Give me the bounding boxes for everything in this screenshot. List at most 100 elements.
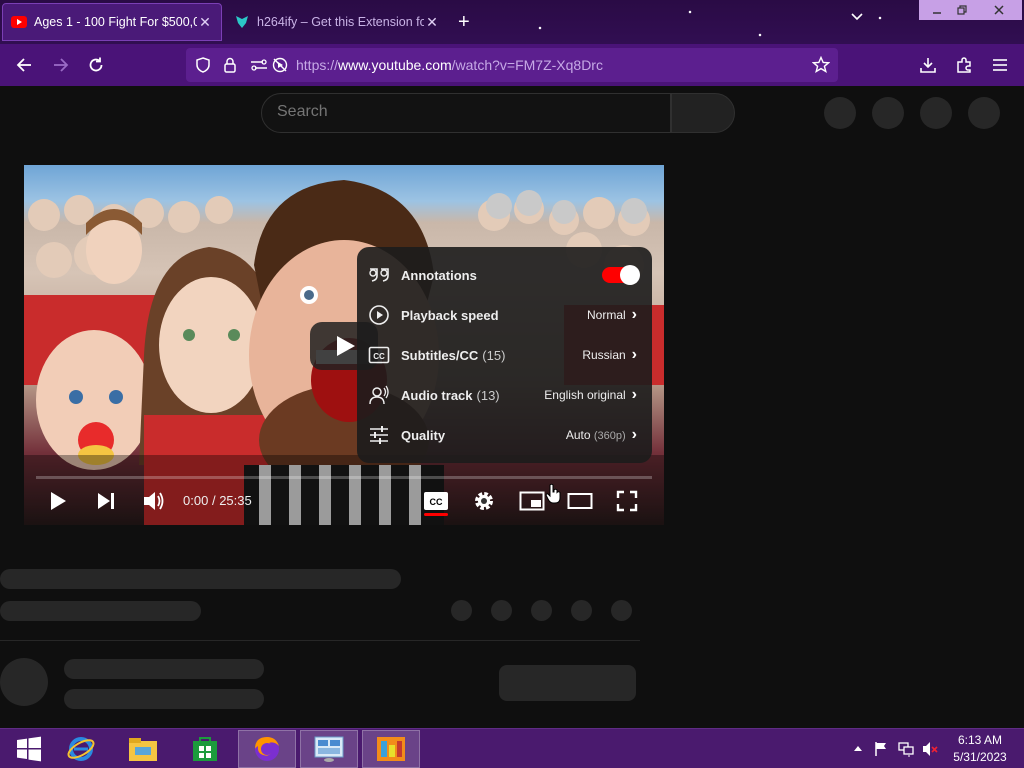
- title-skeleton: [0, 569, 401, 589]
- autoplay-blocked-icon[interactable]: [272, 57, 288, 73]
- system-clock[interactable]: 6:13 AM 5/31/2023: [944, 732, 1016, 766]
- menu-item-subtitles[interactable]: CC Subtitles/CC (15) Russian ›: [357, 335, 652, 375]
- progress-bar[interactable]: [36, 476, 652, 479]
- menu-item-playback-speed[interactable]: Playback speed Normal ›: [357, 295, 652, 335]
- subtitles-button[interactable]: CC: [424, 487, 448, 515]
- menu-item-quality[interactable]: Quality Auto (360p) ›: [357, 415, 652, 455]
- audio-track-label: Audio track: [401, 387, 473, 403]
- search-button[interactable]: [671, 93, 735, 133]
- url-text[interactable]: https://www.youtube.com/watch?v=FM7Z-Xq8…: [296, 57, 603, 73]
- menu-item-annotations[interactable]: Annotations: [357, 255, 652, 295]
- address-bar[interactable]: https://www.youtube.com/watch?v=FM7Z-Xq8…: [186, 48, 838, 82]
- action-skeleton: [451, 600, 472, 621]
- action-center-flag-icon[interactable]: [874, 741, 888, 757]
- extensions-button[interactable]: [953, 54, 975, 76]
- action-skeleton: [491, 600, 512, 621]
- control-panel-button[interactable]: [300, 730, 358, 768]
- audio-track-icon: [367, 383, 391, 407]
- settings-button[interactable]: [472, 487, 496, 515]
- header-icon-placeholder[interactable]: [824, 97, 856, 129]
- quality-mode: Auto: [565, 428, 591, 442]
- bookmark-star-icon[interactable]: [812, 56, 830, 74]
- hamburger-menu-icon: [993, 59, 1007, 71]
- firefox-button[interactable]: [238, 730, 296, 768]
- restore-icon: [956, 5, 967, 15]
- tab-youtube-video[interactable]: Ages 1 - 100 Fight For $500,000 ✕: [2, 3, 222, 41]
- tab-close-icon[interactable]: ✕: [197, 14, 213, 31]
- next-button[interactable]: [95, 487, 117, 515]
- channel-avatar-skeleton: [0, 658, 48, 706]
- play-button[interactable]: [48, 487, 68, 515]
- url-host: www.youtube.com: [338, 57, 452, 73]
- playback-speed-icon: [367, 303, 391, 327]
- app-button[interactable]: [362, 730, 420, 768]
- start-button[interactable]: [0, 730, 58, 768]
- action-skeleton: [571, 600, 592, 621]
- video-player[interactable]: Annotations Playback speed Normal › CC S…: [24, 165, 664, 525]
- header-icon-placeholder[interactable]: [872, 97, 904, 129]
- app-menu-button[interactable]: [989, 54, 1011, 76]
- subtitle-skeleton: [0, 601, 201, 621]
- back-button[interactable]: [13, 54, 35, 76]
- network-icon[interactable]: [898, 741, 914, 757]
- restore-button[interactable]: [944, 0, 979, 20]
- skip-next-icon: [98, 493, 114, 509]
- tab-title: Ages 1 - 100 Fight For $500,000: [34, 15, 197, 29]
- menu-item-label: Subtitles/CC (15): [401, 348, 582, 363]
- channel-name-skeleton: [64, 659, 264, 679]
- gear-icon: [475, 492, 493, 510]
- downloads-button[interactable]: [917, 54, 939, 76]
- fullscreen-button[interactable]: [616, 487, 638, 515]
- action-skeleton: [531, 600, 552, 621]
- current-time: 0:00: [183, 493, 209, 508]
- theater-mode-button[interactable]: [567, 487, 593, 515]
- tracking-protection-shield-icon[interactable]: [195, 57, 211, 73]
- audio-track-count: (13): [476, 387, 500, 403]
- menu-item-audio-track[interactable]: Audio track (13) English original ›: [357, 375, 652, 415]
- chevron-right-icon: ›: [631, 386, 637, 403]
- volume-muted-icon[interactable]: [922, 741, 938, 757]
- tab-list-chevron-icon[interactable]: [850, 12, 864, 22]
- time-display: 0:00 / 25:35: [183, 493, 252, 508]
- new-tab-button[interactable]: +: [458, 10, 470, 34]
- lock-icon[interactable]: [223, 57, 237, 73]
- chevron-right-icon: ›: [631, 306, 637, 323]
- close-window-button[interactable]: [975, 0, 1022, 20]
- search-box[interactable]: [261, 93, 671, 133]
- audio-track-value: English original: [544, 388, 626, 402]
- header-icon-placeholder[interactable]: [920, 97, 952, 129]
- menu-item-label: Audio track (13): [401, 388, 544, 403]
- show-hidden-icons-chevron-icon[interactable]: [853, 744, 863, 752]
- cc-icon-label: CC: [430, 497, 443, 507]
- settings-menu: Annotations Playback speed Normal › CC S…: [357, 247, 652, 463]
- annotations-icon: [367, 263, 391, 287]
- theater-mode-icon: [567, 493, 593, 509]
- annotations-toggle[interactable]: [602, 265, 640, 285]
- control-panel-icon: [314, 736, 344, 762]
- url-path: /watch?v=FM7Z-Xq8Drc: [451, 57, 603, 73]
- internet-explorer-button[interactable]: [52, 730, 110, 768]
- file-explorer-button[interactable]: [114, 730, 172, 768]
- store-icon: [193, 737, 217, 761]
- taskbar: 6:13 AM 5/31/2023: [0, 728, 1024, 768]
- svg-text:CC: CC: [373, 352, 385, 361]
- hand-cursor-icon: [545, 483, 561, 504]
- forward-button[interactable]: [50, 54, 72, 76]
- permissions-icon[interactable]: [250, 57, 268, 73]
- mute-button[interactable]: [142, 487, 166, 515]
- miniplayer-button[interactable]: [519, 487, 545, 515]
- browser-window: Ages 1 - 100 Fight For $500,000 ✕ h264if…: [0, 0, 1024, 728]
- tab-close-icon[interactable]: ✕: [424, 14, 440, 31]
- tab-strip: Ages 1 - 100 Fight For $500,000 ✕ h264if…: [0, 0, 1024, 44]
- avatar[interactable]: [968, 97, 1000, 129]
- reload-button[interactable]: [85, 54, 107, 76]
- quality-resolution: (360p): [593, 430, 626, 442]
- forward-arrow-icon: [54, 58, 69, 72]
- time-separator: /: [211, 493, 216, 508]
- store-button[interactable]: [176, 730, 234, 768]
- cc-icon: CC: [424, 492, 448, 510]
- firefox-icon: [255, 737, 279, 761]
- search-input[interactable]: [277, 103, 657, 121]
- tab-h264ify[interactable]: h264ify – Get this Extension for ✕: [226, 3, 448, 41]
- minimize-icon: [932, 12, 941, 14]
